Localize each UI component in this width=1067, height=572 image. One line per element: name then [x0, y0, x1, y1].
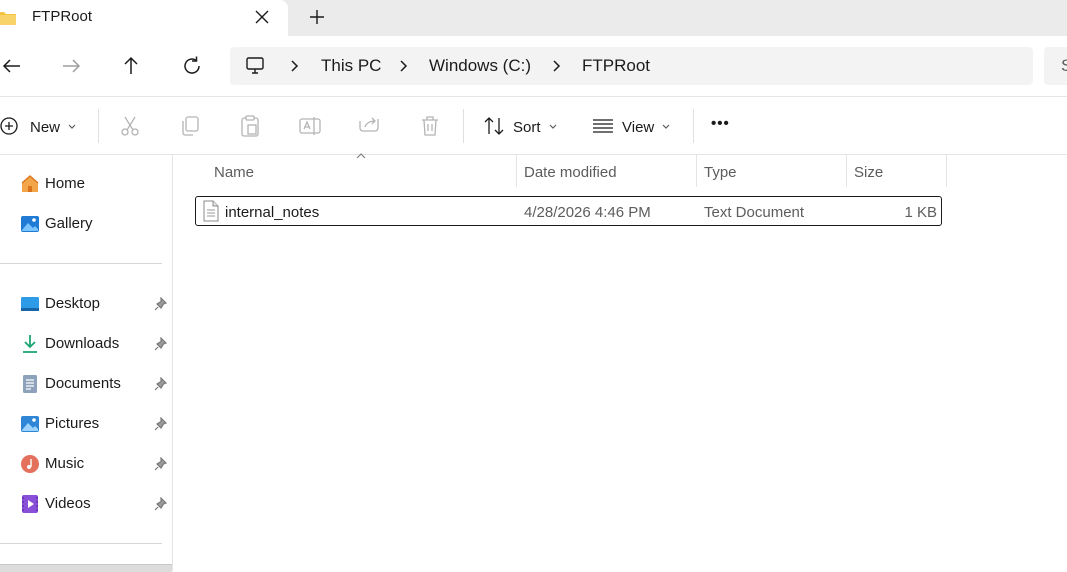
folder-icon — [0, 12, 16, 25]
sidebar-item-downloads[interactable]: Downloads — [0, 325, 172, 361]
refresh-icon[interactable] — [180, 54, 204, 78]
file-date-modified: 4/28/2026 4:46 PM — [524, 204, 651, 221]
search-input[interactable]: S — [1044, 47, 1067, 85]
file-size: 1 KB — [904, 204, 937, 221]
sidebar-item-pictures[interactable]: Pictures — [0, 405, 172, 441]
pin-icon[interactable] — [154, 297, 168, 311]
sidebar-item-label: Documents — [45, 375, 121, 392]
back-arrow-icon[interactable] — [0, 54, 24, 78]
videos-icon — [22, 495, 38, 513]
downloads-icon — [23, 335, 37, 353]
tab-ftproot[interactable]: FTPRoot — [0, 0, 288, 36]
sidebar-separator — [0, 543, 162, 544]
sidebar-item-desktop[interactable]: Desktop — [0, 285, 172, 321]
pin-icon[interactable] — [154, 417, 168, 431]
chevron-right-icon[interactable] — [396, 59, 410, 73]
chevron-down-icon — [549, 124, 557, 129]
sidebar-item-label: Home — [45, 175, 86, 192]
sidebar-item-label: Videos — [45, 495, 91, 512]
command-bar: New Sort View ••• — [0, 97, 1067, 155]
column-header-label: Type — [704, 164, 737, 181]
plus-icon[interactable] — [306, 6, 328, 28]
column-header-label: Date modified — [524, 164, 617, 181]
column-header-type[interactable]: Type — [697, 155, 846, 187]
sidebar-item-gallery[interactable]: Gallery — [0, 205, 172, 241]
breadcrumb-windows-c[interactable]: Windows (C:) — [429, 56, 531, 76]
chevron-right-icon[interactable] — [549, 59, 563, 73]
sidebar-separator — [0, 263, 162, 264]
paste-icon[interactable] — [238, 114, 262, 138]
pictures-icon — [21, 416, 39, 432]
documents-icon — [23, 375, 37, 393]
tab-title: FTPRoot — [32, 8, 93, 25]
breadcrumb-this-pc[interactable]: This PC — [321, 56, 381, 76]
more-options-button[interactable]: ••• — [711, 115, 730, 132]
desktop-icon — [21, 297, 39, 311]
file-type: Text Document — [704, 204, 805, 221]
home-icon — [21, 175, 39, 192]
sidebar-item-label: Downloads — [45, 335, 120, 352]
new-button[interactable]: New — [0, 97, 96, 155]
column-separator[interactable] — [946, 155, 947, 187]
sidebar-item-home[interactable]: Home — [0, 165, 172, 201]
up-arrow-icon[interactable] — [119, 54, 143, 78]
sidebar-item-label: Pictures — [45, 415, 100, 432]
plus-circle-icon — [0, 117, 18, 135]
separator — [693, 109, 694, 143]
chevron-down-icon — [68, 124, 76, 129]
sort-icon — [484, 117, 504, 135]
copy-icon[interactable] — [178, 114, 202, 138]
column-header-size[interactable]: Size — [847, 155, 946, 187]
column-header-label: Name — [214, 164, 255, 181]
sidebar-item-label: Desktop — [45, 295, 101, 312]
pin-icon[interactable] — [154, 457, 168, 471]
text-file-icon — [203, 200, 219, 222]
column-header-label: Size — [854, 164, 884, 181]
cut-icon[interactable] — [118, 114, 142, 138]
separator — [463, 109, 464, 143]
column-header-date[interactable]: Date modified — [517, 155, 696, 187]
share-icon[interactable] — [358, 114, 382, 138]
table-row[interactable]: internal_notes 4/28/2026 4:46 PM Text Do… — [195, 196, 942, 226]
view-label: View — [622, 119, 655, 136]
forward-arrow-icon[interactable] — [59, 54, 83, 78]
pin-icon[interactable] — [154, 377, 168, 391]
sidebar-item-label: Gallery — [45, 215, 93, 232]
breadcrumb-ftproot[interactable]: FTPRoot — [582, 56, 650, 76]
search-placeholder: S — [1061, 56, 1067, 75]
separator — [98, 109, 99, 143]
navigation-pane: Home Gallery Desktop Downloads Documents… — [0, 155, 173, 572]
tab-bar: FTPRoot — [0, 0, 1067, 36]
sort-button[interactable]: Sort — [476, 97, 576, 155]
sidebar-item-label: Music — [45, 455, 85, 472]
pin-icon[interactable] — [154, 497, 168, 511]
chevron-right-icon[interactable] — [287, 59, 301, 73]
sidebar-item-videos[interactable]: Videos — [0, 485, 172, 521]
file-name[interactable]: internal_notes — [225, 204, 319, 221]
address-row: This PC Windows (C:) FTPRoot S — [0, 36, 1067, 96]
monitor-icon — [246, 57, 264, 74]
view-button[interactable]: View — [586, 97, 686, 155]
sort-label: Sort — [513, 119, 541, 136]
pin-icon[interactable] — [154, 337, 168, 351]
gallery-icon — [21, 216, 39, 232]
sidebar-item-music[interactable]: Music — [0, 445, 172, 481]
view-list-icon — [593, 119, 613, 133]
sidebar-item-documents[interactable]: Documents — [0, 365, 172, 401]
rename-icon[interactable] — [298, 114, 322, 138]
address-bar[interactable]: This PC Windows (C:) FTPRoot — [230, 47, 1033, 85]
delete-icon[interactable] — [418, 114, 442, 138]
music-icon — [21, 455, 39, 473]
chevron-down-icon — [662, 124, 670, 129]
column-header-name[interactable]: Name — [206, 155, 516, 187]
close-icon[interactable] — [251, 6, 273, 28]
new-label: New — [30, 119, 61, 136]
